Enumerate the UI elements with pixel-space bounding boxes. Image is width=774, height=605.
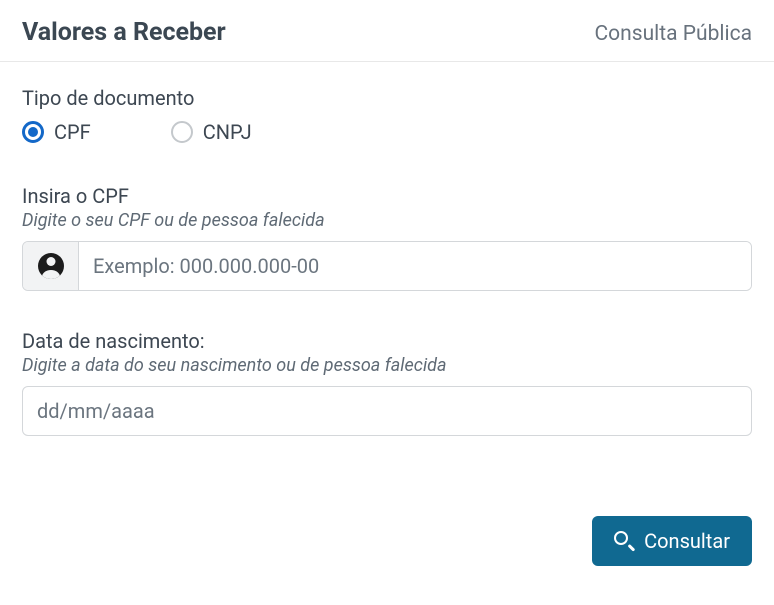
doc-type-label: Tipo de documento xyxy=(22,86,752,110)
cpf-hint: Digite o seu CPF ou de pessoa falecida xyxy=(22,210,752,231)
consult-button-label: Consultar xyxy=(644,529,730,553)
radio-cnpj-label: CNPJ xyxy=(203,120,252,144)
footer: Consultar xyxy=(0,516,774,584)
header: Valores a Receber Consulta Pública xyxy=(0,0,774,62)
radio-cnpj[interactable]: CNPJ xyxy=(171,120,252,144)
cpf-input[interactable] xyxy=(79,242,751,290)
search-icon xyxy=(614,531,634,551)
radio-cpf[interactable]: CPF xyxy=(22,120,91,144)
dob-hint: Digite a data do seu nascimento ou de pe… xyxy=(22,355,752,376)
dob-label: Data de nascimento: xyxy=(22,329,752,353)
dob-input[interactable] xyxy=(22,386,752,436)
page-subtitle: Consulta Pública xyxy=(594,22,752,46)
cpf-label: Insira o CPF xyxy=(22,184,752,208)
cpf-input-group xyxy=(22,241,752,291)
consult-button[interactable]: Consultar xyxy=(592,516,752,566)
page-title: Valores a Receber xyxy=(22,18,226,47)
radio-cpf-label: CPF xyxy=(54,120,91,144)
cpf-input-addon xyxy=(23,242,79,290)
user-icon xyxy=(38,253,64,279)
form-area: Tipo de documento CPF CNPJ Insira o CPF … xyxy=(0,62,774,516)
doc-type-radios: CPF CNPJ xyxy=(22,120,752,144)
radio-cnpj-indicator xyxy=(171,121,193,143)
radio-cpf-indicator xyxy=(22,121,44,143)
